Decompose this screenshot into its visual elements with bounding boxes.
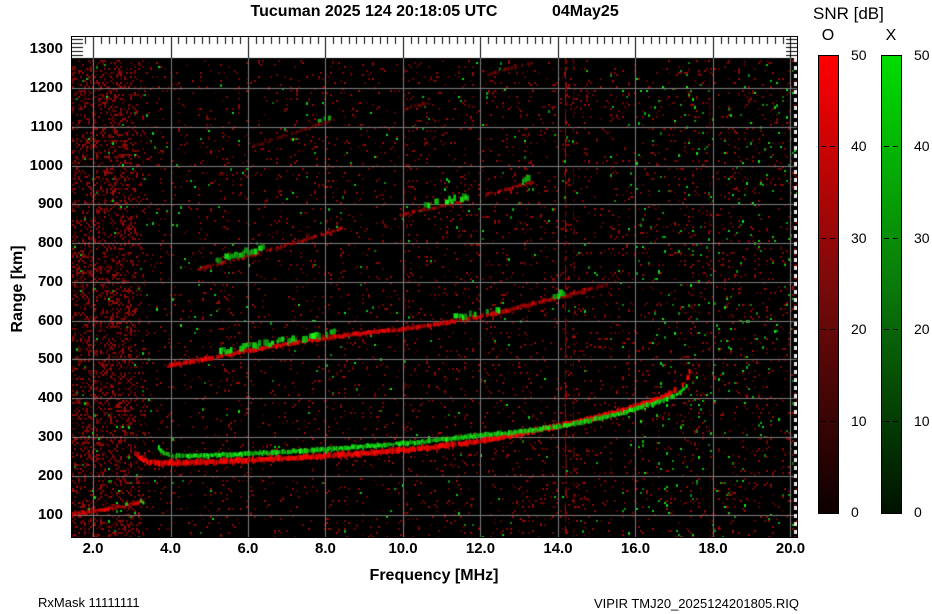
x-tick-label: 20.0 <box>775 540 806 557</box>
y-tick-label: 900 <box>37 195 63 213</box>
y-tick-label: 700 <box>37 272 63 290</box>
plot-date: 04May25 <box>552 3 619 20</box>
colorbar-tick-label: 50 <box>914 47 930 63</box>
x-tick-label: 4.0 <box>160 540 181 557</box>
y-tick-label: 1300 <box>29 40 63 58</box>
x-tick-label: 18.0 <box>698 540 728 557</box>
colorbar-tick-mark <box>893 420 898 422</box>
y-tick-label: 1100 <box>30 117 63 135</box>
colorbar-tick-mark <box>830 146 835 148</box>
colorbar-tick-mark <box>830 237 835 239</box>
y-tick-label: 100 <box>37 505 63 523</box>
x-tick-label: 10.0 <box>388 540 418 557</box>
colorbar-tick-label: 10 <box>914 412 930 429</box>
colorbar-tick-label: 20 <box>914 321 930 338</box>
colorbar-tick-mark <box>893 146 898 148</box>
colorbar-tick-mark <box>884 237 889 239</box>
colorbar-tick-label: 20 <box>851 321 867 338</box>
colorbar-tick-mark <box>821 420 826 422</box>
colorbar-tick-mark <box>893 237 898 239</box>
colorbar-tick-mark <box>821 329 826 331</box>
rxmask-text: RxMask 11111111 <box>38 595 140 610</box>
y-tick-label: 300 <box>37 428 63 445</box>
colorbar-x-label: X <box>885 27 897 44</box>
colorbar-tick-mark <box>884 146 889 148</box>
ionogram-frame <box>71 36 798 538</box>
y-tick-label: 200 <box>37 466 63 484</box>
colorbar-tick-mark <box>821 146 826 148</box>
colorbar-tick-label: 50 <box>851 47 867 63</box>
colorbar-tick-mark <box>821 237 826 239</box>
y-tick-label: 800 <box>37 234 63 252</box>
colorbar-tick-label: 0 <box>851 504 859 520</box>
x-tick-label: 16.0 <box>620 540 651 557</box>
filename-text: VIPIR TMJ20_2025124201805.RIQ <box>594 596 800 611</box>
y-tick-label: 500 <box>37 350 63 368</box>
y-tick-label: 1200 <box>29 79 63 97</box>
x-tick-label: 8.0 <box>315 540 336 557</box>
colorbar-tick-label: 10 <box>851 412 867 429</box>
colorbar-tick-mark <box>830 329 835 331</box>
x-tick-label: 6.0 <box>237 540 259 557</box>
plot-title: Tucuman 2025 124 20:18:05 UTC <box>250 3 498 20</box>
colorbar-tick-label: 0 <box>914 504 922 520</box>
colorbar-o-label: O <box>821 27 835 44</box>
x-tick-label: 14.0 <box>543 540 573 557</box>
ionogram-plot <box>72 37 797 537</box>
x-axis-title: Frequency [MHz] <box>369 567 499 584</box>
colorbar-tick-mark <box>884 329 889 331</box>
y-tick-label: 400 <box>37 389 63 407</box>
colorbar-tick-mark <box>830 420 835 422</box>
y-tick-label: 600 <box>37 311 63 329</box>
y-tick-label: 1000 <box>29 156 63 174</box>
colorbar-tick-label: 40 <box>914 138 930 155</box>
colorbar-tick-label: 30 <box>914 229 930 246</box>
colorbar-tick-mark <box>893 329 898 331</box>
colorbar-title: SNR [dB] <box>813 4 884 23</box>
x-tick-label: 2.0 <box>82 540 104 557</box>
colorbar-tick-label: 30 <box>851 229 867 246</box>
colorbar-o-mode <box>818 55 839 514</box>
colorbar-tick-label: 40 <box>851 138 867 155</box>
x-tick-label: 12.0 <box>465 540 496 557</box>
colorbar-x-mode <box>881 55 902 514</box>
colorbar-tick-mark <box>884 420 889 422</box>
